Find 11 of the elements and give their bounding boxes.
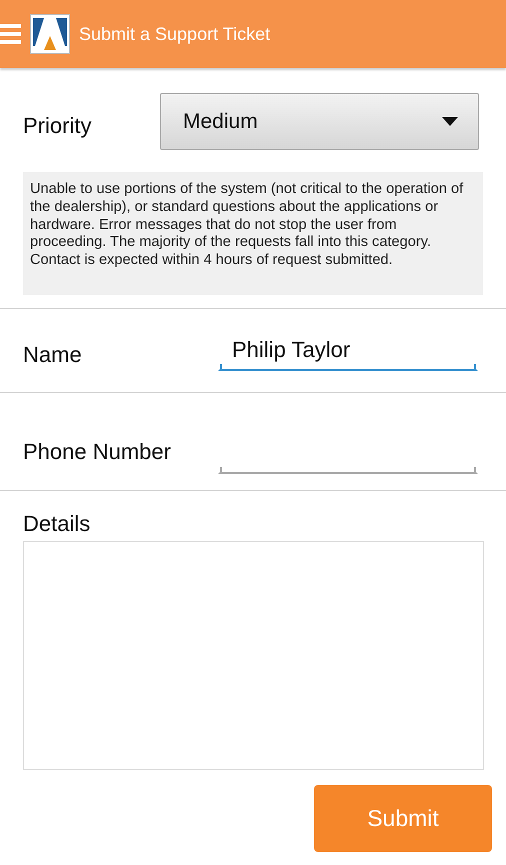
menu-icon[interactable] [0, 21, 21, 47]
app-title: Submit a Support Ticket [79, 24, 270, 44]
logo-icon [30, 14, 70, 54]
caret-icon [442, 117, 458, 126]
field-label: Phone Number [23, 438, 171, 464]
priority-label: Priority [23, 112, 92, 138]
priority-dropdown[interactable]: Medium [160, 93, 479, 150]
field-label: Name [23, 342, 82, 368]
details-field[interactable] [23, 541, 484, 770]
priority-description: Unable to use portions of the system (not critical to the operation of the dealership), or standard questions about the applications or hardware. Error messages that do not stop the user from proceeding. The majority of the requests fall into this category. Contact is expected within 4 hours of request submitted. [23, 172, 483, 295]
details-label: Details [23, 511, 92, 537]
